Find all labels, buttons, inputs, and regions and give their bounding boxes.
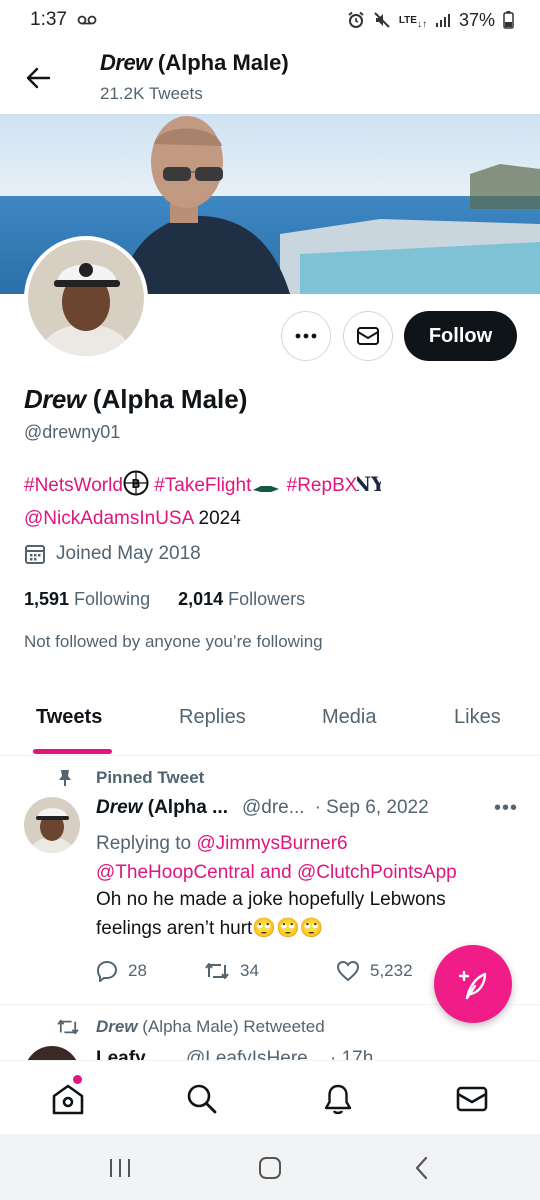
mute-icon (373, 11, 391, 29)
followers-link[interactable]: 2,014 Followers (178, 589, 305, 610)
envelope-icon (456, 1086, 488, 1112)
tweet-more-button[interactable]: ••• (494, 797, 518, 820)
battery-percent: 37% (458, 9, 495, 30)
tweet-text: Oh no he made a joke hopefully Lebwons f… (96, 889, 446, 939)
search-icon (187, 1084, 217, 1114)
header-name: Drew (Alpha Male) (100, 50, 289, 75)
tweet-avatar[interactable] (24, 1046, 80, 1060)
more-icon (295, 333, 317, 339)
nets-logo-icon: B (123, 470, 149, 505)
svg-text:B: B (131, 477, 140, 491)
tweet-author-handle[interactable]: @dre... (242, 797, 305, 819)
voicemail-icon (77, 14, 97, 26)
back-button[interactable] (20, 60, 56, 96)
pin-icon (59, 770, 71, 786)
home-icon (52, 1084, 84, 1115)
tweet-author-handle[interactable]: @LeafyIsHere (186, 1048, 308, 1060)
mention-link[interactable]: @JimmysBurner6 (196, 833, 347, 854)
nav-messages[interactable] (452, 1079, 492, 1119)
follow-button[interactable]: Follow (404, 311, 517, 361)
next-tweet-preview[interactable]: Leafy @LeafyIsHere · 17h (0, 1044, 540, 1060)
tweet-header: Drew (Alpha ... @dre... · Sep 6, 2022 (96, 797, 516, 819)
tweet-count: 21.2K Tweets (100, 84, 203, 103)
calendar-icon (25, 545, 45, 564)
home-notification-dot (73, 1075, 82, 1084)
status-time: 1:37 (30, 9, 67, 30)
message-button[interactable] (343, 311, 393, 361)
recent-apps-icon (110, 1159, 130, 1177)
active-tab-indicator (33, 749, 112, 754)
joined-date: Joined May 2018 (24, 543, 201, 565)
nav-home[interactable] (48, 1079, 88, 1119)
profile-stats: 1,591 Following 2,014 Followers (24, 589, 305, 610)
status-bar: 1:37 LTE ↓↑ 37% (0, 0, 540, 40)
envelope-icon (357, 327, 379, 345)
more-options-button[interactable] (281, 311, 331, 361)
hashtag-link[interactable]: #RepBX (287, 475, 358, 496)
compose-feather-icon (458, 970, 487, 1000)
tweet-date[interactable]: · Sep 6, 2022 (315, 797, 429, 819)
tab-replies[interactable]: Replies (179, 706, 246, 729)
jets-logo-icon (251, 477, 281, 505)
following-link[interactable]: 1,591 Following (24, 589, 150, 610)
battery-icon (503, 11, 514, 29)
mutual-followers-note: Not followed by anyone you’re following (24, 632, 323, 651)
heart-icon (336, 960, 360, 982)
chevron-left-icon (415, 1156, 428, 1180)
eye-roll-emoji: 🙄🙄🙄 (252, 918, 324, 939)
nav-notifications[interactable] (318, 1079, 358, 1119)
tab-media[interactable]: Media (322, 706, 376, 729)
hashtag-link[interactable]: #NetsWorld (24, 475, 123, 496)
profile-tabs: Tweets Replies Media Likes (0, 690, 540, 756)
signal-icon (435, 12, 451, 28)
bottom-navigation (0, 1060, 540, 1134)
tweet-date[interactable]: · 17h (330, 1048, 373, 1060)
profile-name: Drew (Alpha Male) (24, 384, 248, 414)
recent-apps-button[interactable] (106, 1156, 134, 1180)
retweet-icon (205, 963, 229, 979)
retweet-button[interactable]: 34 (204, 961, 336, 981)
pinned-label-row: Pinned Tweet (58, 768, 204, 788)
profile-header: Drew (Alpha Male) 21.2K Tweets (0, 40, 540, 114)
back-system-button[interactable] (408, 1156, 436, 1180)
profile-avatar[interactable] (24, 236, 148, 360)
tweet-avatar[interactable] (24, 797, 80, 853)
alarm-icon (347, 11, 365, 29)
profile-handle: @drewny01 (24, 422, 121, 442)
bell-icon (324, 1084, 352, 1115)
tab-tweets[interactable]: Tweets (36, 706, 102, 729)
arrow-left-icon (26, 67, 51, 89)
reply-icon (96, 960, 118, 982)
mention-link[interactable]: @TheHoopCentral (96, 862, 255, 883)
compose-tweet-button[interactable] (434, 945, 512, 1023)
like-button[interactable]: 5,232 (336, 960, 413, 982)
profile-bio: #NetsWorld B #TakeFlight #RepBX NY @NickAd… (24, 470, 514, 533)
tab-likes[interactable]: Likes (454, 706, 501, 729)
lte-icon: LTE ↓↑ (398, 14, 427, 30)
home-system-button[interactable] (256, 1156, 284, 1180)
retweet-icon (57, 1019, 79, 1035)
hashtag-link[interactable]: #TakeFlight (154, 475, 251, 496)
nav-search[interactable] (182, 1079, 222, 1119)
yankees-logo-icon: NY (353, 470, 386, 505)
tweet-author-name[interactable]: Drew (Alpha ... (96, 797, 228, 819)
home-square-icon (259, 1157, 281, 1179)
mention-link[interactable]: @ClutchPointsApp (297, 862, 457, 883)
retweeted-label: Drew (Alpha Male) Retweeted (56, 1017, 325, 1037)
mention-link[interactable]: @NickAdamsInUSA (24, 508, 193, 529)
system-navigation-bar (0, 1134, 540, 1200)
tweet-author-name[interactable]: Leafy (96, 1048, 146, 1060)
svg-text:NY: NY (357, 472, 381, 496)
replying-to: Replying to @JimmysBurner6 @TheHoopCentr… (96, 833, 457, 883)
reply-button[interactable]: 28 (96, 960, 204, 982)
